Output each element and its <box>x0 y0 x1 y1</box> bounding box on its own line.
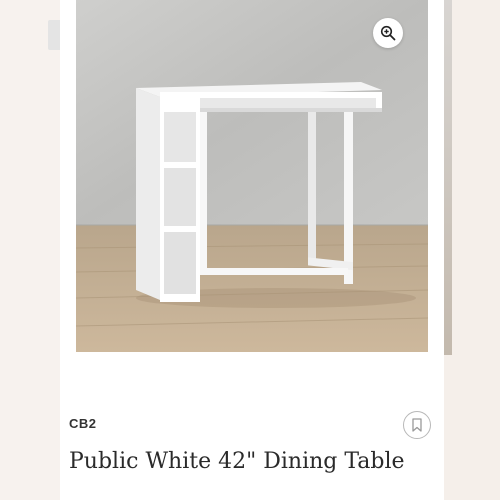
next-image-edge[interactable] <box>444 0 452 355</box>
product-card: CB2 Public White 42" Dining Table <box>60 0 444 500</box>
product-title: Public White 42" Dining Table <box>69 449 405 474</box>
next-card-edge <box>444 0 500 500</box>
bookmark-icon <box>412 418 422 432</box>
zoom-in-icon <box>380 25 396 41</box>
zoom-button[interactable] <box>373 18 403 48</box>
previous-card-edge <box>0 0 68 500</box>
save-button[interactable] <box>403 411 431 439</box>
product-image[interactable] <box>76 0 428 352</box>
brand-name: CB2 <box>69 416 97 431</box>
